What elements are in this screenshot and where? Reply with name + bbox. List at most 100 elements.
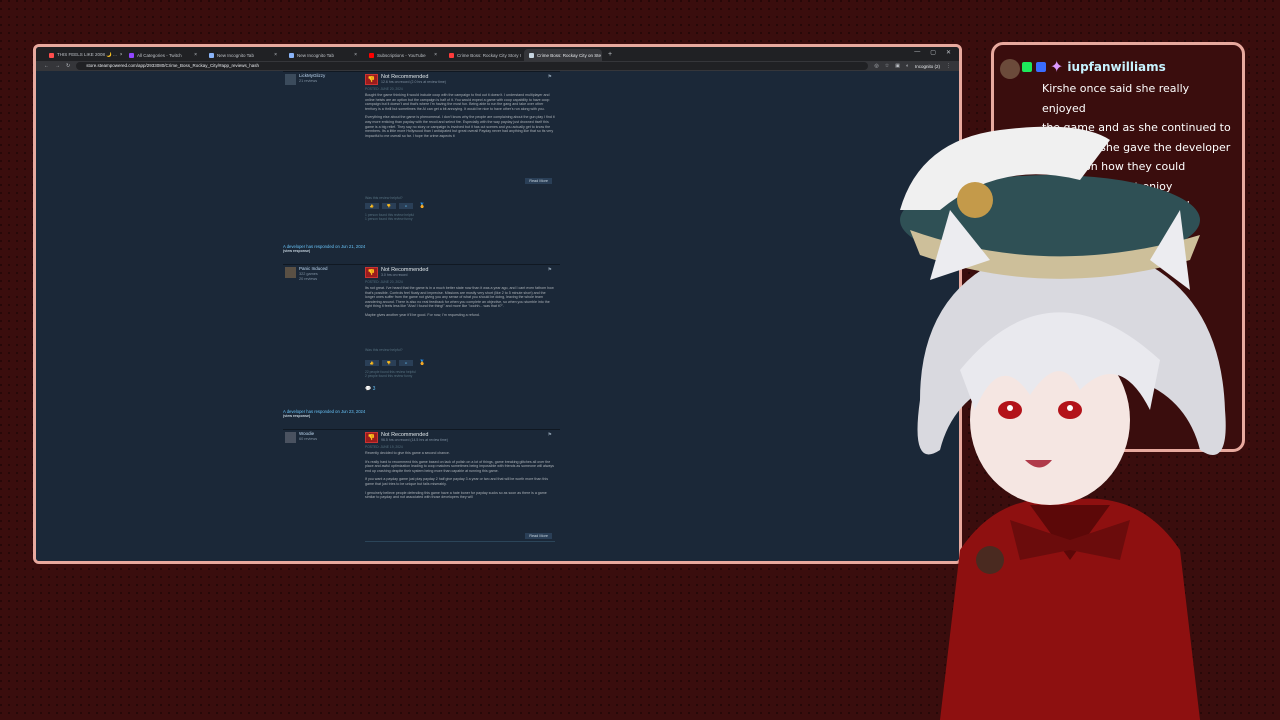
avatar[interactable] <box>285 432 296 443</box>
browser-tab[interactable]: Subscriptions - YouTube × <box>364 49 442 61</box>
review-text: Bought the game thinking it would includ… <box>365 93 555 152</box>
vote-funny-button[interactable]: ☺ <box>399 203 413 209</box>
browser-tab[interactable]: New Incognito Tab × <box>284 49 362 61</box>
thumbs-down-icon: 👎 <box>365 432 378 443</box>
vtuber-avatar <box>900 126 1226 720</box>
chatter-avatar <box>1000 59 1020 79</box>
review-hours: 12.6 hrs on record (2.0 hrs at review ti… <box>381 80 446 84</box>
flag-icon[interactable]: ⚑ <box>548 267 552 273</box>
browser-window: THIS FEELS LIKE 2008 🌙 ...×All Categorie… <box>33 44 962 564</box>
thumbs-down-icon: 👎 <box>365 267 378 278</box>
author-review-count[interactable]: 21 reviews <box>299 79 317 83</box>
review-card: Woodie 60 reviews 👎 Not Recommended 96.5… <box>283 429 560 561</box>
tab-label: New Incognito Tab <box>297 52 334 58</box>
vote-buttons: 👍 👎 ☺ 🏅 <box>365 360 425 366</box>
avatar[interactable] <box>285 74 296 85</box>
extensions-icon[interactable]: ▣ <box>895 63 900 69</box>
review-posted-date: POSTED: JUNE 20, 2024 <box>365 87 403 91</box>
review-text: Its not great. I've heard that the game … <box>365 286 555 322</box>
author-name[interactable]: Woodie <box>299 431 314 436</box>
comment-icon[interactable]: 💬 3 <box>365 386 375 392</box>
tab-label: New Incognito Tab <box>217 52 254 58</box>
eye-off-icon[interactable]: ◎ <box>874 63 878 69</box>
close-tab-icon[interactable]: × <box>354 52 357 58</box>
view-response-link[interactable]: (view response) <box>283 249 365 253</box>
funny-count: 1 person found this review funny <box>365 217 413 222</box>
chat-header: ✦ iupfanwilliams <box>1022 57 1166 77</box>
vote-buttons: 👍 👎 ☺ 🏅 <box>365 203 425 209</box>
thumbs-down-icon: 👎 <box>365 74 378 85</box>
developer-response-link[interactable]: A developer has responded on Jun 23, 202… <box>283 409 365 418</box>
tab-label: Crime Boss: Rockay City on Ste <box>537 52 602 58</box>
vote-funny-button[interactable]: ☺ <box>399 360 413 366</box>
favicon-icon <box>449 52 454 58</box>
close-tab-icon[interactable]: × <box>120 52 122 58</box>
review-paragraph: Everything else about the game is phenom… <box>365 115 555 138</box>
favicon-icon <box>289 52 294 58</box>
view-response-link[interactable]: (view response) <box>283 414 365 418</box>
author-name[interactable]: LickMyGlizzy <box>299 73 325 78</box>
browser-tab[interactable]: Crime Boss: Rockay City Story I× <box>444 49 522 61</box>
chat-username: iupfanwilliams <box>1067 60 1166 74</box>
review-hours: 3.0 hrs on record <box>381 273 408 277</box>
tab-label: All Categories - Twitch <box>137 52 182 58</box>
new-tab-icon[interactable]: + <box>604 51 616 58</box>
review-card: Panic Induced 322 games 20 reviews 👎 Not… <box>283 264 560 409</box>
avatar[interactable] <box>285 267 296 278</box>
menu-icon[interactable]: ⋮ <box>946 63 951 69</box>
flag-icon[interactable]: ⚑ <box>548 432 552 438</box>
favicon-icon <box>49 52 54 58</box>
back-icon[interactable]: ← <box>44 63 49 69</box>
divider <box>365 541 555 542</box>
star-icon[interactable]: ☆ <box>885 63 889 69</box>
close-window-icon[interactable]: ✕ <box>946 49 951 56</box>
review-paragraph: I genuinely believe people defending thi… <box>365 490 547 500</box>
profile-label[interactable]: Incognito (2) <box>915 64 940 69</box>
browser-tab[interactable]: THIS FEELS LIKE 2008 🌙 ...× <box>44 49 122 61</box>
review-posted-date: POSTED: JUNE 19, 2024 <box>365 445 403 449</box>
incognito-icon: ◐ <box>905 63 909 69</box>
author-game-count[interactable]: 322 games <box>299 272 318 276</box>
vote-no-button[interactable]: 👎 <box>382 203 396 209</box>
tab-label: Crime Boss: Rockay City Story I <box>457 52 522 58</box>
address-bar-row: ← → ↻ store.steampowered.com/app/2933080… <box>36 61 959 71</box>
comment-count[interactable]: 3 <box>373 386 376 392</box>
review-list: LickMyGlizzy 21 reviews 👎 Not Recommende… <box>283 71 560 561</box>
review-paragraph: If you want a payday game just play payd… <box>365 477 548 486</box>
review-paragraph: Recently decided to give this game a sec… <box>365 451 450 455</box>
maximize-icon[interactable]: ▢ <box>930 49 936 56</box>
review-text: Recently decided to give this game a sec… <box>365 451 555 533</box>
flag-icon[interactable]: ⚑ <box>548 74 552 80</box>
close-tab-icon[interactable]: × <box>194 52 197 58</box>
reload-icon[interactable]: ↻ <box>66 63 70 69</box>
review-posted-date: POSTED: JUNE 20, 2024 <box>365 280 403 284</box>
author-name[interactable]: Panic Induced <box>299 266 328 271</box>
minimize-icon[interactable]: — <box>914 49 920 56</box>
close-tab-icon[interactable]: × <box>274 52 277 58</box>
vote-yes-button[interactable]: 👍 <box>365 360 379 366</box>
favicon-icon <box>369 52 374 58</box>
award-icon[interactable]: 🏅 <box>419 203 425 209</box>
close-tab-icon[interactable]: × <box>434 52 437 58</box>
chat-line: Kirshe once said she really enjoyed <box>1042 82 1190 115</box>
favicon-icon <box>129 52 134 58</box>
forward-icon[interactable]: → <box>55 63 60 69</box>
award-icon[interactable]: 🏅 <box>419 360 425 366</box>
browser-tab[interactable]: New Incognito Tab × <box>204 49 282 61</box>
steam-review-page: LickMyGlizzy 21 reviews 👎 Not Recommende… <box>36 71 959 561</box>
read-more-button[interactable]: Read More <box>525 178 552 184</box>
review-card: LickMyGlizzy 21 reviews 👎 Not Recommende… <box>283 71 560 239</box>
browser-tab[interactable]: Crime Boss: Rockay City on Ste× <box>524 49 602 61</box>
helpful-prompt: Was this review helpful? <box>365 348 403 352</box>
vote-no-button[interactable]: 👎 <box>382 360 396 366</box>
tab-label: Subscriptions - YouTube <box>377 52 426 58</box>
author-review-count[interactable]: 20 reviews <box>299 277 317 281</box>
vote-yes-button[interactable]: 👍 <box>365 203 379 209</box>
funny-count: 2 people found this review funny <box>365 374 413 379</box>
author-review-count[interactable]: 60 reviews <box>299 437 317 441</box>
developer-response-link[interactable]: A developer has responded on Jun 21, 202… <box>283 244 365 253</box>
read-more-button[interactable]: Read More <box>525 533 552 539</box>
url-field[interactable]: store.steampowered.com/app/2933080/Crime… <box>76 62 869 70</box>
browser-tab[interactable]: All Categories - Twitch × <box>124 49 202 61</box>
helpful-prompt: Was this review helpful? <box>365 196 403 200</box>
